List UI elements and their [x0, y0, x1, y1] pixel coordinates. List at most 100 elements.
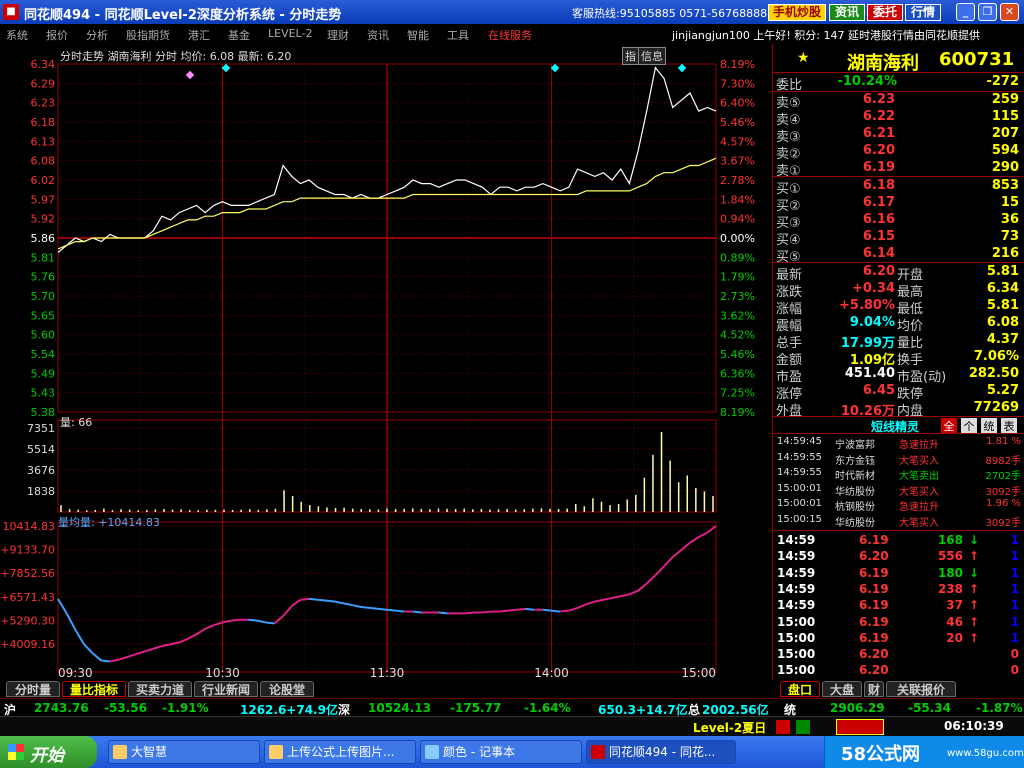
intraday-chart[interactable]: 6.34 8.19% 6.29 7.30% 6.23 6.40% 6.18 5.46% 6.13…: [0, 44, 772, 680]
task-label: 颜色 - 记事本: [443, 745, 515, 759]
ticker-row[interactable]: 15:00:01 杭钢股份 急速拉升 1.96 %: [773, 498, 1023, 513]
short-tab-stat[interactable]: 统: [981, 418, 997, 433]
short-tab-all[interactable]: 全: [941, 418, 957, 433]
buy-row[interactable]: 买⑤ 6.14 216: [773, 246, 1023, 265]
price-tick-label: 5.43: [31, 387, 56, 400]
hotline-text: 客服热线:95105885 0571-56768888: [572, 7, 768, 20]
star-icon[interactable]: ★: [797, 50, 810, 66]
minimize-icon[interactable]: _: [956, 3, 975, 21]
event-marker-icon[interactable]: [221, 63, 231, 73]
sell-row[interactable]: 卖② 6.20 594: [773, 143, 1023, 162]
ticker-event: 大笔买入: [899, 517, 939, 529]
buy-row[interactable]: 买② 6.17 15: [773, 195, 1023, 214]
menu-hk[interactable]: 港汇: [188, 27, 210, 43]
ticker-event: 大笔卖出: [899, 471, 939, 482]
zhi-button[interactable]: 指: [622, 47, 639, 65]
sell-row[interactable]: 卖③ 6.21 207: [773, 126, 1023, 145]
pct-tick-label: 0.00%: [720, 232, 755, 245]
close-icon[interactable]: ✕: [1000, 3, 1019, 21]
menu-finance[interactable]: 理财: [327, 27, 349, 43]
tab-dapan[interactable]: 大盘: [822, 681, 862, 697]
price-tick-label: 5.86: [31, 232, 56, 245]
ticker-row[interactable]: 15:00:01 华纺股份 大笔买入 3092手: [773, 483, 1023, 498]
trust-button[interactable]: 委托: [867, 4, 903, 21]
buy-row[interactable]: 买④ 6.15 73: [773, 229, 1023, 248]
divider: [773, 72, 1023, 73]
menu-futures[interactable]: 股指期货: [126, 27, 170, 43]
tab-related[interactable]: 关联报价: [886, 681, 956, 697]
stat-value: 6.20: [862, 264, 895, 279]
menu-online[interactable]: 在线服务: [488, 27, 532, 43]
task-upload[interactable]: 上传公式上传图片...: [264, 740, 416, 764]
mobile-trade-button[interactable]: 手机炒股: [768, 4, 826, 21]
tab-forum[interactable]: 论股堂: [260, 681, 314, 697]
windows-logo-icon: [8, 744, 24, 760]
trade-row: 15:00 6.19 46 ↑ 1: [773, 615, 1023, 631]
short-tab-single[interactable]: 个: [961, 418, 977, 433]
event-marker-icon[interactable]: [550, 63, 560, 73]
task-dazhihui[interactable]: 大智慧: [108, 740, 260, 764]
quote-button[interactable]: 行情: [905, 4, 941, 21]
info-tab-button[interactable]: 信息: [638, 47, 666, 65]
menu-quote[interactable]: 报价: [46, 27, 68, 43]
sell-row[interactable]: 卖⑤ 6.23 259: [773, 92, 1023, 111]
tab-industry-news[interactable]: 行业新闻: [194, 681, 258, 697]
ratio-line-segment: [195, 627, 206, 636]
start-button[interactable]: 开始: [0, 736, 97, 768]
stat-value-2: 5.27: [986, 383, 1019, 398]
ticker-row[interactable]: 14:59:45 宁波富邦 急速拉升 1.81 %: [773, 436, 1023, 451]
menu-news[interactable]: 资讯: [367, 27, 389, 43]
pct-tick-label: 7.25%: [720, 387, 755, 400]
sell-price: 6.20: [862, 143, 895, 158]
menu-smart[interactable]: 智能: [407, 27, 429, 43]
buy-row[interactable]: 买① 6.18 853: [773, 178, 1023, 197]
weibi-pct: -10.24%: [837, 74, 897, 89]
menu-tools[interactable]: 工具: [447, 27, 469, 43]
tab-fenshi-vol[interactable]: 分时量: [6, 681, 60, 697]
app-icon: [591, 745, 605, 759]
short-tab-table[interactable]: 表: [1001, 418, 1017, 433]
sell-row[interactable]: 卖④ 6.22 115: [773, 109, 1023, 128]
ticker-row[interactable]: 15:00:15 华纺股份 大笔买入 3092手: [773, 514, 1023, 529]
warning-icon[interactable]: [836, 719, 884, 735]
trade-price: 6.20: [859, 663, 889, 678]
sound-icon[interactable]: [776, 720, 790, 734]
trade-count: 1: [1010, 581, 1019, 596]
stat-value-2: 5.81: [986, 264, 1019, 279]
ratio-line-segment: [152, 645, 163, 650]
ratio-line-segment: [680, 541, 691, 551]
ticker-row[interactable]: 14:59:55 东方金钰 大笔买入 8982手: [773, 452, 1023, 467]
alert-icon[interactable]: [796, 720, 810, 734]
sell-row[interactable]: 卖① 6.19 290: [773, 160, 1023, 179]
sh-value: 2743.76: [34, 701, 89, 715]
menu-system[interactable]: 系统: [6, 27, 28, 43]
ratio-tick-label: +5290.30: [0, 614, 55, 627]
divider: [773, 262, 1023, 263]
ratio-line-segment: [620, 593, 630, 598]
sell-volume: 259: [991, 92, 1019, 107]
info-button[interactable]: 资讯: [829, 4, 865, 21]
tab-finance[interactable]: 财: [864, 681, 884, 697]
tab-buysell-force[interactable]: 买卖力道: [128, 681, 192, 697]
menu-fund[interactable]: 基金: [228, 27, 250, 43]
trade-row: 14:59 6.19 180 ↓ 1: [773, 566, 1023, 582]
ticker-row[interactable]: 14:59:55 时代新材 大笔卖出 2702手: [773, 467, 1023, 482]
window-title: 同花顺494 - 同花顺Level-2深度分析系统 - 分时走势: [24, 8, 342, 23]
buy-row[interactable]: 买③ 6.16 36: [773, 212, 1023, 231]
ticker-time: 14:59:55: [777, 451, 822, 463]
menu-level2[interactable]: LEVEL-2: [268, 27, 312, 40]
tab-vol-ratio[interactable]: 量比指标: [62, 681, 126, 697]
buy-price: 6.14: [862, 246, 895, 261]
tab-pankou[interactable]: 盘口: [780, 681, 820, 697]
restore-icon[interactable]: ❐: [978, 3, 997, 21]
event-marker-icon[interactable]: [677, 63, 687, 73]
event-marker-icon[interactable]: [185, 70, 195, 80]
clock: 06:10:39: [944, 719, 1004, 733]
task-notepad[interactable]: 颜色 - 记事本: [420, 740, 582, 764]
short-header: 短线精灵 全 个 统 表: [773, 416, 1023, 434]
trade-time: 15:00: [777, 647, 816, 662]
task-tonghuashun[interactable]: 同花顺494 - 同花...: [586, 740, 736, 764]
menu-analysis[interactable]: 分析: [86, 27, 108, 43]
trade-price: 6.20: [859, 549, 889, 564]
trade-count: 1: [1010, 614, 1019, 629]
